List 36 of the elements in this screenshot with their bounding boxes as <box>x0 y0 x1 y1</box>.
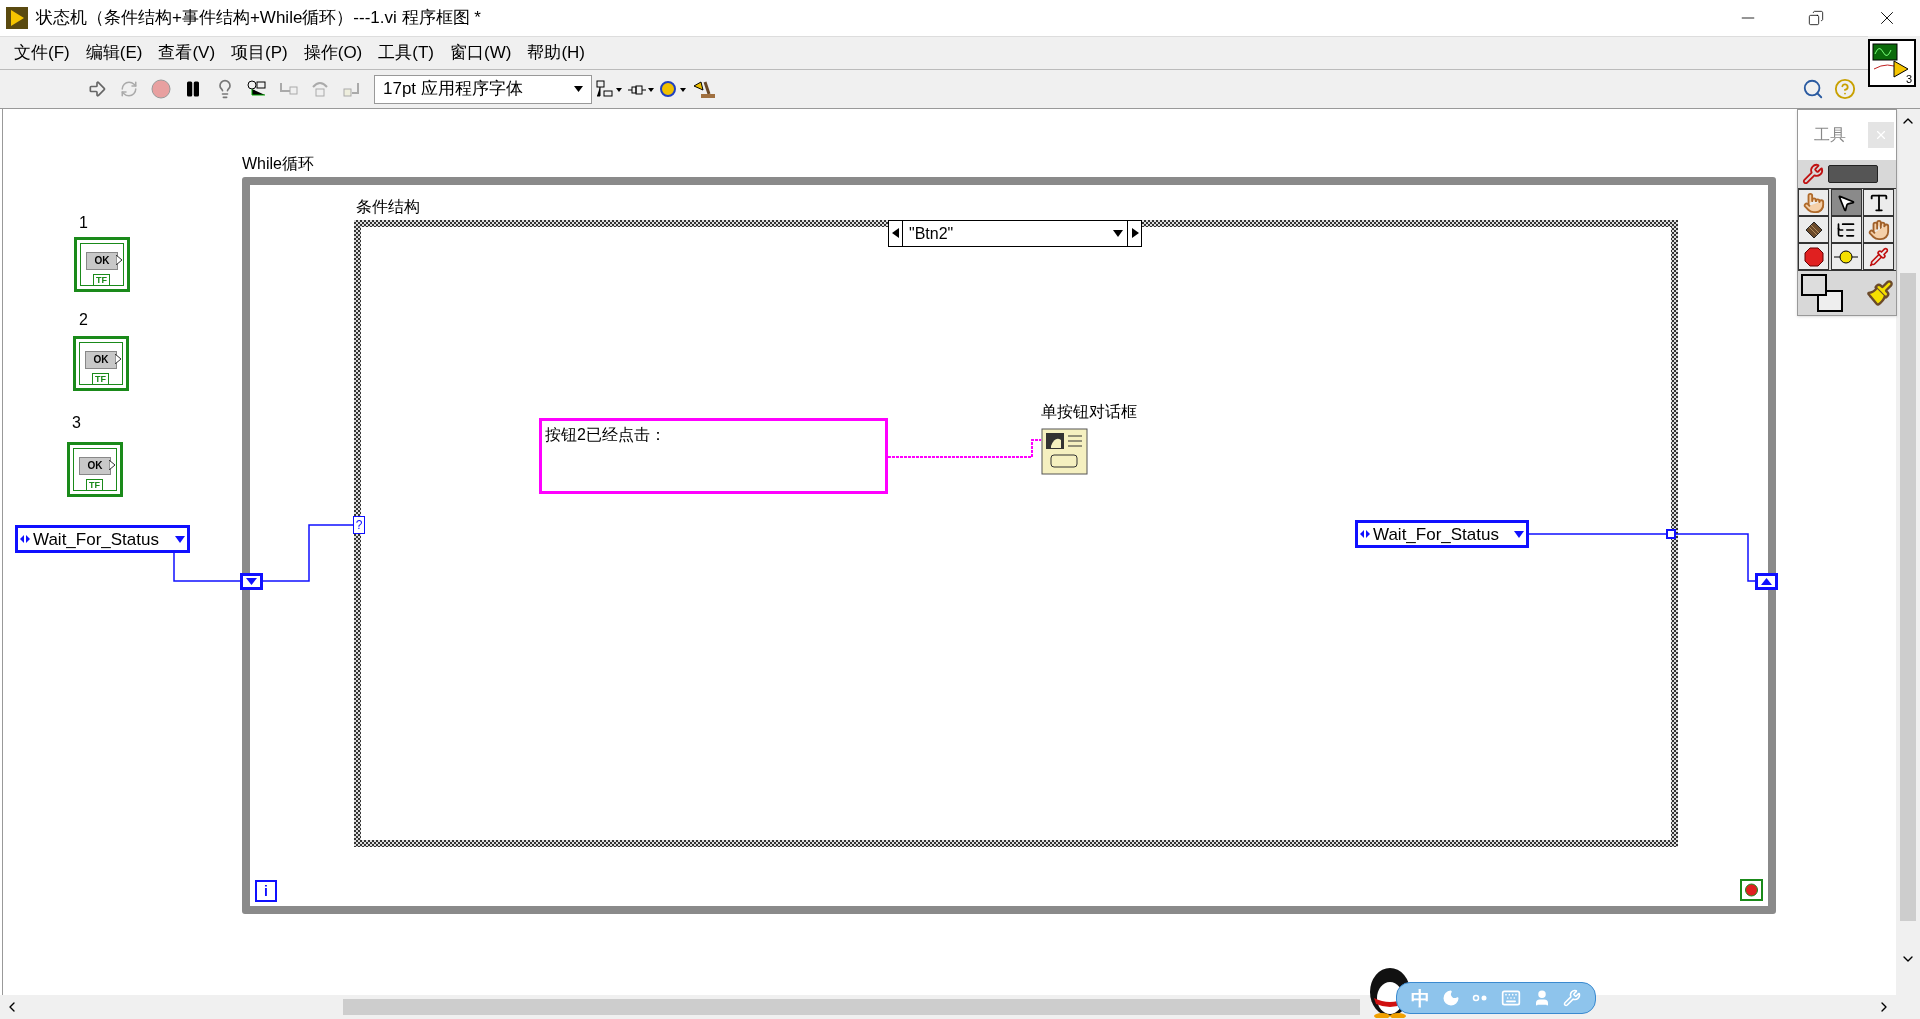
type-label: TF <box>86 479 103 491</box>
structure-label: 条件结构 <box>356 197 420 217</box>
menu-item[interactable]: 编辑(E) <box>77 40 151 66</box>
enum-value: Wait_For_Status <box>33 530 160 548</box>
terminal-label: 3 <box>72 415 81 431</box>
selector-terminal: ? <box>353 516 365 534</box>
string-value: 按钮2已经点击： <box>545 426 666 443</box>
connector-count: 3 <box>1905 74 1912 85</box>
menu-item[interactable]: 操作(O) <box>295 40 371 66</box>
type-label: TF <box>93 274 110 286</box>
boolean-terminal[interactable]: OK TF <box>67 442 123 497</box>
menu-item[interactable]: 工具(T) <box>370 40 442 66</box>
enum-constant[interactable]: Wait_For_Status <box>1355 520 1529 548</box>
menu-item[interactable]: 窗口(W) <box>442 40 520 66</box>
type-label: TF <box>92 373 109 385</box>
case-selector[interactable]: "Btn2" <box>888 220 1142 247</box>
palette-title: 工具 <box>1814 125 1846 145</box>
terminal-label: 1 <box>79 215 88 231</box>
iteration-terminal: i <box>255 880 277 902</box>
window-title: 状态机（条件结构+事件结构+While循环）---1.vi 程序框图 * <box>36 7 481 30</box>
enum-constant[interactable]: Wait_For_Status <box>15 525 190 553</box>
menu-item[interactable]: 查看(V) <box>150 40 224 66</box>
boolean-terminal[interactable]: OK TF <box>74 237 130 292</box>
button-caption: OK <box>79 457 111 475</box>
menu-item[interactable]: 项目(P) <box>223 40 296 66</box>
menu-item[interactable]: 文件(F) <box>6 40 78 66</box>
menu-item[interactable]: 帮助(H) <box>519 40 593 66</box>
terminal-label: 2 <box>79 312 88 328</box>
loop-label: While循环 <box>242 154 314 174</box>
string-constant[interactable]: 按钮2已经点击： <box>539 418 888 494</box>
enum-value: Wait_For_Status <box>1373 525 1500 543</box>
boolean-terminal[interactable]: OK TF <box>73 336 129 391</box>
font-dropdown[interactable]: 17pt 应用程序字体 <box>374 74 592 104</box>
button-caption: OK <box>86 252 118 270</box>
node-label: 单按钮对话框 <box>1041 402 1137 422</box>
button-caption: OK <box>85 351 117 369</box>
